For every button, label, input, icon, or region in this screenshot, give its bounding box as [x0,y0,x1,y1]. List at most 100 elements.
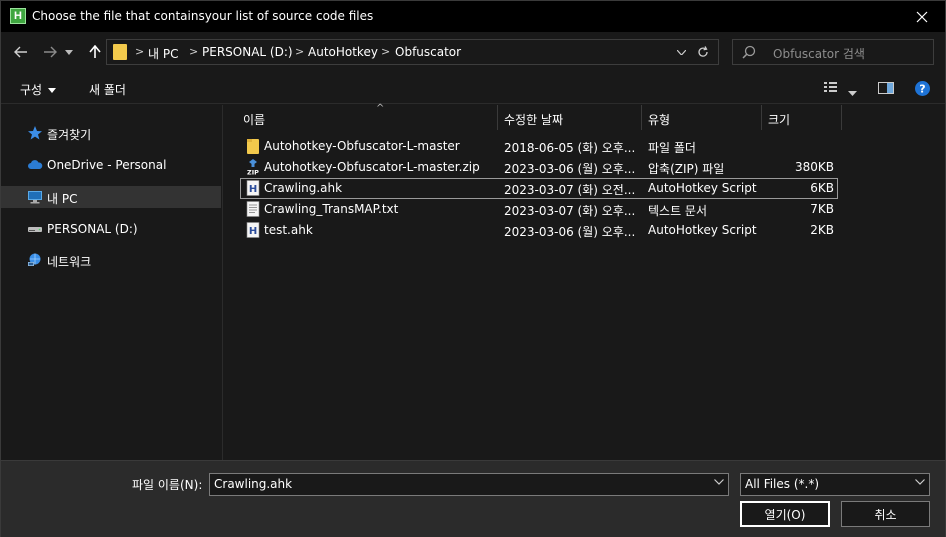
file-type: AutoHotkey Script [648,223,757,237]
file-row[interactable]: H test.ahk 2023-03-06 (월) 오후... AutoHotk… [240,220,838,241]
breadcrumb-separator-icon: > [135,45,145,58]
file-row[interactable]: Crawling_TransMAP.txt 2023-03-07 (화) 오후.… [240,199,838,220]
details-view-icon [824,82,837,92]
close-icon [916,11,928,22]
column-header-label: 크기 [768,113,791,127]
column-header-date[interactable]: 수정한 날짜 [498,105,642,130]
forward-button[interactable] [39,41,61,63]
open-button[interactable]: 열기(O) [740,501,830,527]
address-bar[interactable]: > 내 PC > PERSONAL (D:) > AutoHotkey > Ob… [106,39,719,65]
file-size: 7KB [810,202,834,216]
folder-icon [113,44,127,60]
file-name: Crawling.ahk [264,181,343,195]
breadcrumb-separator-icon: > [381,45,391,58]
search-input[interactable]: Obfuscator 검색 [773,45,865,62]
new-folder-button[interactable]: 새 폴더 [89,81,126,98]
computer-icon [28,191,42,204]
organize-label: 구성 [20,83,43,97]
file-size: 6KB [810,181,834,195]
file-row[interactable]: H Crawling.ahk 2023-03-07 (화) 오전... Auto… [240,178,838,199]
column-header-type[interactable]: 유형 [642,105,762,130]
file-list: 이름 ^ 수정한 날짜 유형 크기 Autohotkey-Obfuscator-… [224,103,945,460]
breadcrumb-personal-drive[interactable]: PERSONAL (D:) [202,45,293,59]
file-row[interactable]: Autohotkey-Obfuscator-L-master 2018-06-0… [240,136,838,157]
svg-text:H: H [249,226,257,237]
help-button[interactable]: ? [915,81,930,99]
file-name: Autohotkey-Obfuscator-L-master [264,139,460,153]
autohotkey-app-icon: H [10,8,26,24]
file-type: 텍스트 문서 [648,204,708,218]
change-view-button[interactable] [824,80,842,97]
sidebar-item-network[interactable]: 네트워크 [1,249,221,271]
chevron-down-icon [848,91,857,96]
text-file-icon [246,201,260,217]
search-box[interactable]: Obfuscator 검색 [732,39,934,65]
zip-icon: ZIP [247,159,259,176]
column-header-label: 이름 [243,113,266,127]
cancel-button[interactable]: 취소 [841,501,930,527]
search-icon [742,45,756,59]
window-title: Choose the file that containsyour list o… [32,9,374,23]
chevron-down-icon [65,49,73,55]
arrow-right-icon [44,46,57,58]
file-date: 2023-03-07 (화) 오후... [504,204,636,218]
cloud-icon [28,160,43,169]
arrow-up-icon [89,45,101,58]
title-bar: H Choose the file that containsyour list… [1,1,945,32]
sidebar-item-label: 네트워크 [47,255,92,269]
breadcrumb-separator-icon: > [189,45,199,58]
breadcrumb-my-pc[interactable]: 내 PC [148,45,178,62]
back-button[interactable] [10,41,32,63]
file-name: Crawling_TransMAP.txt [264,202,399,216]
filename-label: 파일 이름(N): [132,478,203,492]
address-history-button[interactable] [673,43,689,61]
navigation-bar: > 내 PC > PERSONAL (D:) > AutoHotkey > Ob… [1,32,945,72]
file-date: 2023-03-06 (월) 오후... [504,162,636,176]
help-icon: ? [915,81,930,96]
file-name: Autohotkey-Obfuscator-L-master.zip [264,160,480,174]
star-icon [28,126,42,140]
dialog-footer: 파일 이름(N): Crawling.ahk All Files (*.*) 열… [1,460,945,537]
chevron-down-icon [676,49,686,55]
filename-input[interactable]: Crawling.ahk [214,477,292,491]
file-type-filter[interactable]: All Files (*.*) [740,473,930,496]
refresh-icon [698,46,708,57]
sidebar-item-this-pc[interactable]: 내 PC [1,186,221,208]
sidebar-item-label: 즐겨찾기 [47,128,92,142]
recent-locations-button[interactable] [61,41,77,63]
column-header-name[interactable]: 이름 ^ [237,103,498,130]
file-type: AutoHotkey Script [648,181,757,195]
folder-icon [247,139,259,154]
column-header-size[interactable]: 크기 [762,105,842,130]
arrow-left-icon [14,46,27,58]
ahk-icon: H [246,222,260,238]
file-date: 2023-03-06 (월) 오후... [504,225,636,239]
sidebar-item-quick-access[interactable]: 즐겨찾기 [1,122,221,144]
file-date: 2018-06-05 (화) 오후... [504,141,636,155]
network-icon [28,253,41,266]
ahk-icon: H [246,180,260,196]
drive-icon [28,227,42,232]
breadcrumb-separator-icon: > [295,45,305,58]
breadcrumb-obfuscator[interactable]: Obfuscator [395,45,461,59]
breadcrumb-autohotkey[interactable]: AutoHotkey [308,45,378,59]
sidebar-item-personal-drive[interactable]: PERSONAL (D:) [1,218,221,240]
up-button[interactable] [84,41,106,63]
file-type: 파일 폴더 [648,141,696,155]
chevron-down-icon[interactable] [714,479,724,485]
file-type: 압축(ZIP) 파일 [648,162,725,176]
organize-button[interactable]: 구성 [20,81,57,98]
file-size: 380KB [794,160,834,174]
svg-text:ZIP: ZIP [247,169,259,176]
preview-pane-icon [878,82,894,94]
close-button[interactable] [899,1,945,32]
svg-text:?: ? [919,83,925,96]
preview-pane-button[interactable] [878,82,894,97]
column-header-label: 유형 [648,113,671,127]
file-row[interactable]: ZIP Autohotkey-Obfuscator-L-master.zip 2… [240,157,838,178]
filename-combobox[interactable]: Crawling.ahk [209,473,729,496]
view-options-dropdown[interactable] [848,85,857,99]
refresh-button[interactable] [692,43,714,61]
sidebar-item-onedrive[interactable]: OneDrive - Personal [1,154,221,176]
file-date: 2023-03-07 (화) 오전... [504,183,636,197]
